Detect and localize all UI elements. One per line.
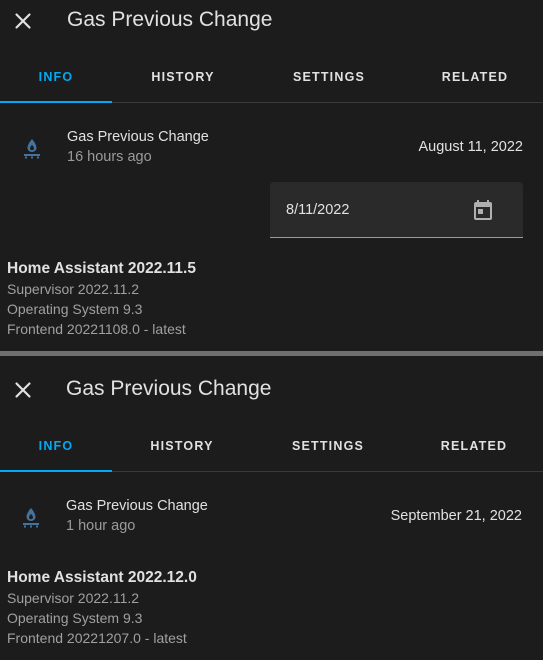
tab-bar: INFO HISTORY SETTINGS RELATED <box>0 56 543 103</box>
entity-relative-time: 16 hours ago <box>67 149 152 165</box>
more-info-dialog-2: Gas Previous Change INFO HISTORY SETTING… <box>0 356 543 660</box>
frontend-version: Frontend 20221108.0 - latest <box>7 321 186 337</box>
date-input-value: 8/11/2022 <box>286 202 350 218</box>
close-button[interactable] <box>10 377 36 403</box>
supervisor-version: Supervisor 2022.11.2 <box>7 590 140 606</box>
tab-settings[interactable]: SETTINGS <box>272 425 384 471</box>
dialog-header: Gas Previous Change <box>0 0 543 44</box>
close-icon <box>15 382 31 398</box>
close-button[interactable] <box>10 8 36 34</box>
date-input[interactable]: 8/11/2022 <box>270 182 523 238</box>
tab-bar: INFO HISTORY SETTINGS RELATED <box>0 425 543 472</box>
version-info: Home Assistant 2022.12.0 Supervisor 2022… <box>7 568 197 648</box>
entity-state-date: August 11, 2022 <box>418 139 523 155</box>
os-version: Operating System 9.3 <box>7 610 143 626</box>
active-tab-indicator <box>0 470 112 472</box>
more-info-dialog-1: Gas Previous Change INFO HISTORY SETTING… <box>0 0 543 352</box>
ha-version: Home Assistant 2022.12.0 <box>7 569 197 586</box>
tab-related[interactable]: RELATED <box>419 56 531 102</box>
dialog-title: Gas Previous Change <box>66 377 272 400</box>
entity-row: Gas Previous Change 16 hours ago August … <box>0 122 543 182</box>
gas-burner-icon <box>20 136 44 160</box>
gas-burner-icon <box>19 505 43 529</box>
entity-state-date: September 21, 2022 <box>390 508 522 524</box>
entity-relative-time: 1 hour ago <box>66 518 136 534</box>
tab-info[interactable]: INFO <box>0 56 112 102</box>
calendar-icon[interactable] <box>471 198 495 222</box>
tab-related[interactable]: RELATED <box>418 425 530 471</box>
version-info: Home Assistant 2022.11.5 Supervisor 2022… <box>7 259 196 339</box>
entity-name: Gas Previous Change <box>66 498 208 514</box>
os-version: Operating System 9.3 <box>7 301 143 317</box>
tab-info[interactable]: INFO <box>0 425 112 471</box>
tab-history[interactable]: HISTORY <box>126 425 238 471</box>
supervisor-version: Supervisor 2022.11.2 <box>7 281 140 297</box>
entity-name: Gas Previous Change <box>67 129 209 145</box>
entity-row: Gas Previous Change 1 hour ago September… <box>0 491 543 551</box>
frontend-version: Frontend 20221207.0 - latest <box>7 630 187 646</box>
tab-settings[interactable]: SETTINGS <box>273 56 385 102</box>
dialog-header: Gas Previous Change <box>0 369 543 413</box>
active-tab-indicator <box>0 101 112 103</box>
tab-history[interactable]: HISTORY <box>127 56 239 102</box>
ha-version: Home Assistant 2022.11.5 <box>7 260 196 277</box>
close-icon <box>15 13 31 29</box>
dialog-title: Gas Previous Change <box>67 8 273 31</box>
